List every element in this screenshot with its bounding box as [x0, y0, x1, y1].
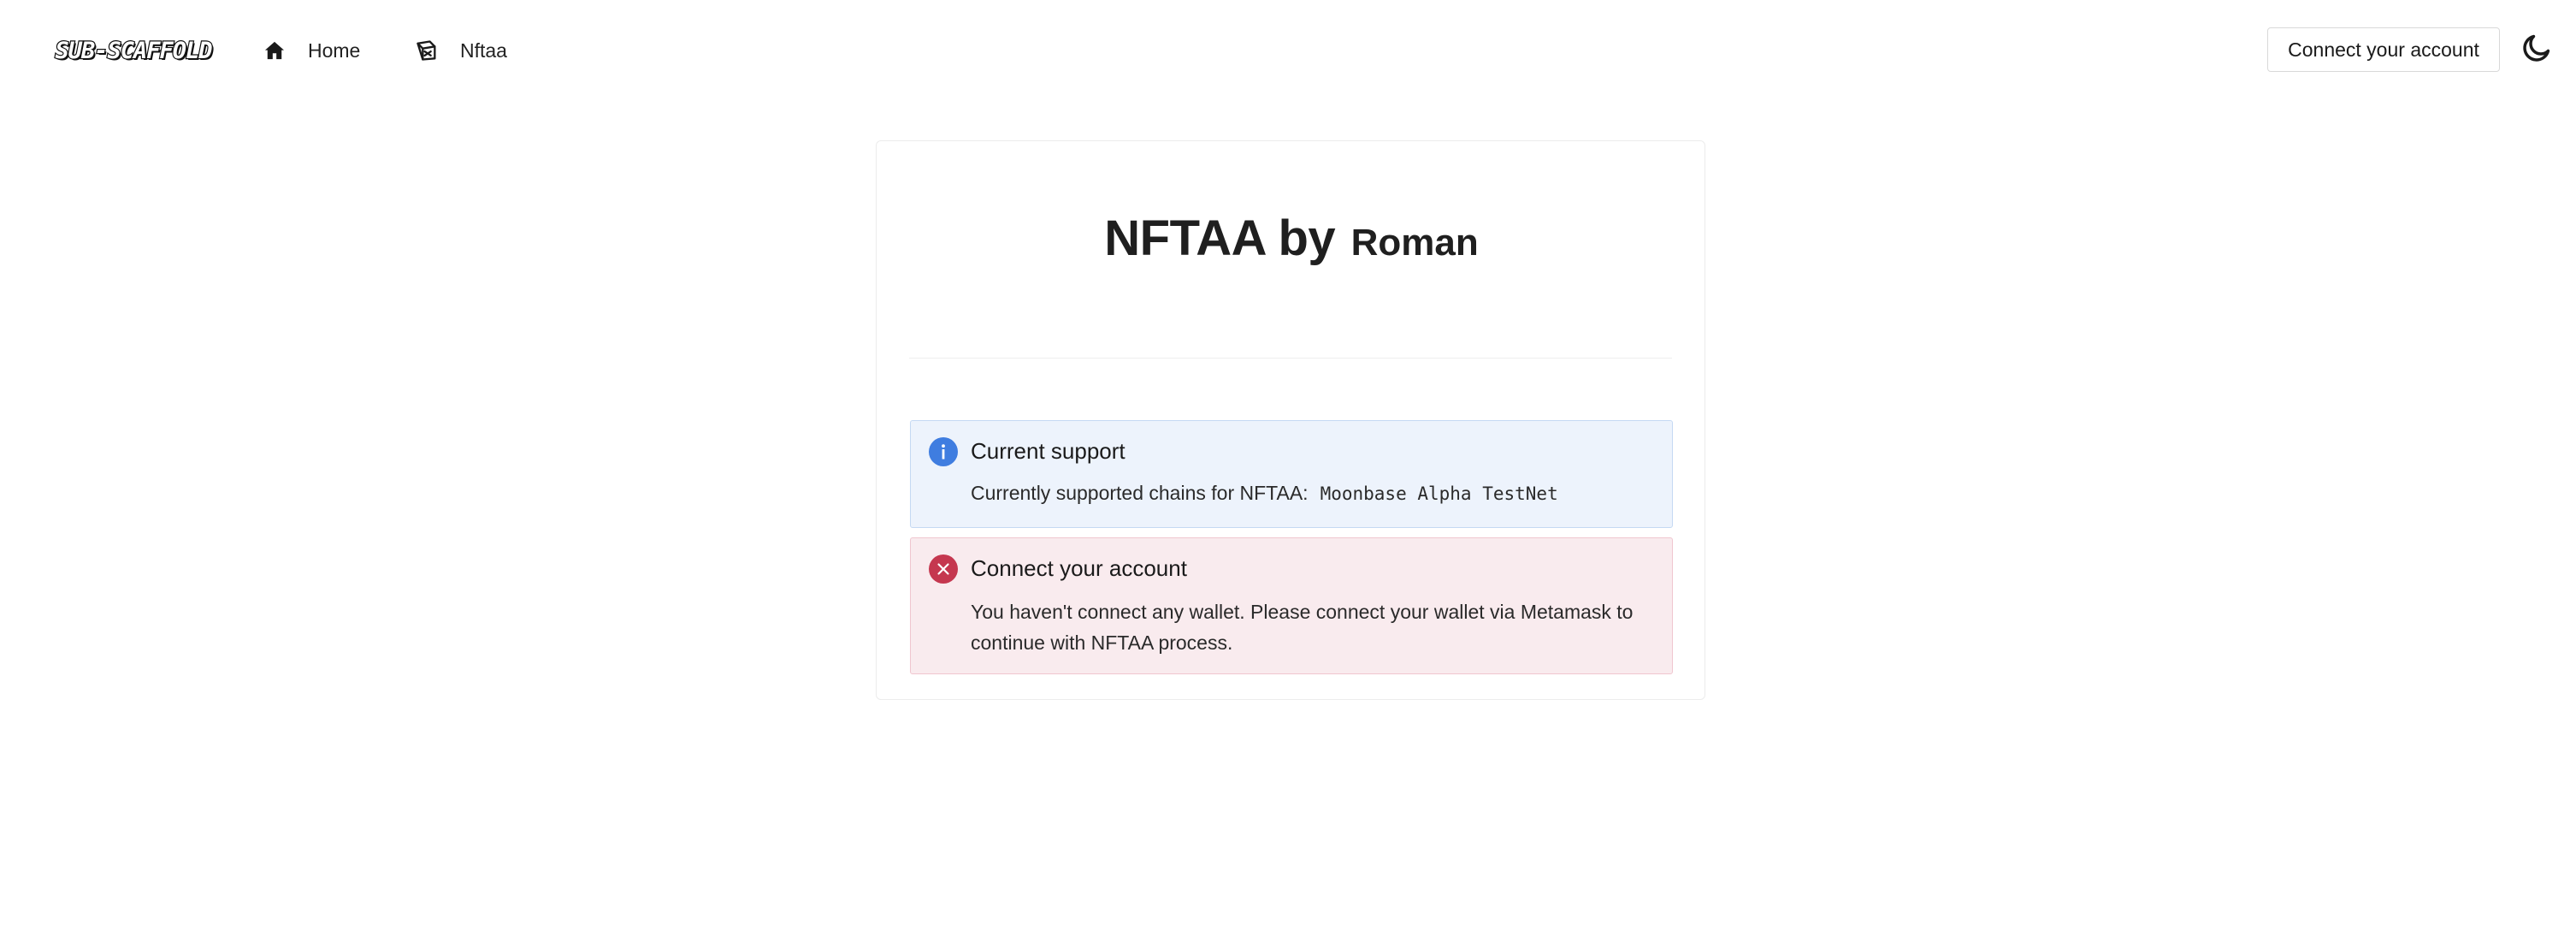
connect-account-button[interactable]: Connect your account	[2267, 27, 2500, 72]
current-support-alert: Current support Currently supported chai…	[910, 420, 1673, 528]
nftaa-icon	[414, 38, 440, 63]
nav-item-home-label: Home	[308, 39, 361, 62]
home-icon	[262, 38, 287, 63]
alert-body-text: Currently supported chains for NFTAA:	[971, 482, 1309, 504]
alert-body: You haven't connect any wallet. Please c…	[971, 601, 1634, 654]
logo[interactable]: SUB-SCAFFOLD	[50, 36, 217, 65]
nav-item-nftaa[interactable]: Nftaa	[414, 31, 507, 70]
logo-text: SUB-SCAFFOLD	[54, 36, 213, 64]
error-icon	[929, 554, 958, 584]
card-divider	[909, 358, 1672, 359]
nav-item-home[interactable]: Home	[262, 31, 360, 70]
page: SUB-SCAFFOLD Home Nftaa Connect your acc…	[0, 0, 2576, 931]
nav-item-nftaa-label: Nftaa	[460, 39, 507, 62]
alert-title: Current support	[971, 438, 1126, 464]
alert-title: Connect your account	[971, 555, 1187, 581]
title-author: Roman	[1350, 222, 1479, 264]
info-icon	[929, 437, 958, 466]
nftaa-card: NFTAA by Roman Current support Currently…	[876, 140, 1705, 700]
page-title: NFTAA by Roman	[877, 210, 1706, 267]
connect-account-alert: Connect your account You haven't connect…	[910, 537, 1673, 674]
title-text: NFTAA by	[1104, 211, 1336, 266]
alert-body: Currently supported chains for NFTAA: Moo…	[971, 477, 1655, 509]
moon-icon	[2520, 32, 2553, 68]
theme-toggle-button[interactable]	[2520, 33, 2554, 67]
supported-chain: Moonbase Alpha TestNet	[1320, 483, 1558, 504]
top-navbar: SUB-SCAFFOLD Home Nftaa Connect your acc…	[0, 0, 2576, 101]
